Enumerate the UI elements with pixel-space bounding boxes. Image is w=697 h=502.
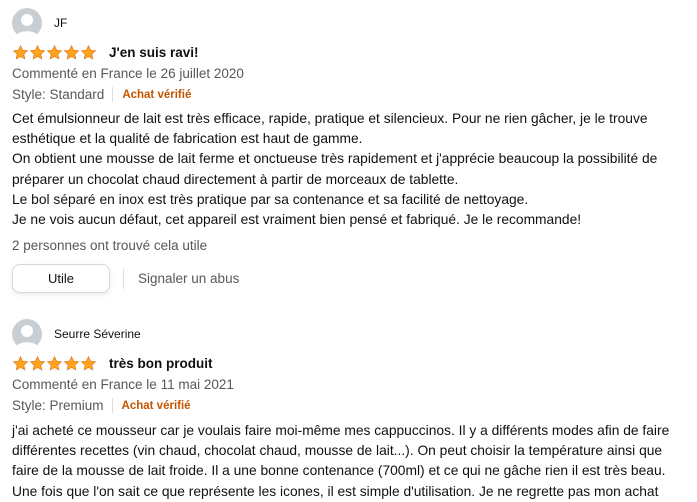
rating-row: très bon produit	[12, 356, 213, 371]
review-body: Cet émulsionneur de lait est très effica…	[12, 109, 688, 230]
review-paragraph: Le bol séparé en inox est très pratique …	[12, 191, 529, 207]
avatar	[12, 319, 42, 349]
reviewer-profile[interactable]: JF	[12, 8, 67, 38]
review-actions: Utile Signaler un abus	[12, 264, 239, 293]
star-icon	[29, 45, 46, 60]
star-icon	[63, 356, 80, 371]
divider	[123, 268, 124, 289]
report-abuse-link[interactable]: Signaler un abus	[138, 271, 239, 286]
star-icon	[12, 45, 29, 60]
star-icon	[46, 45, 63, 60]
review-date: Commenté en France le 26 juillet 2020	[12, 66, 244, 81]
reviewer-name: Seurre Séverine	[54, 327, 141, 341]
star-icon	[29, 356, 46, 371]
review-paragraph: j'ai acheté ce mousseur car je voulais f…	[12, 423, 670, 499]
reviewer-name: JF	[54, 16, 68, 30]
product-style[interactable]: Style: Premium	[12, 398, 104, 413]
star-icon	[80, 45, 97, 60]
star-icon	[46, 356, 63, 371]
divider	[111, 398, 113, 413]
verified-purchase-badge: Achat vérifié	[122, 88, 192, 101]
avatar	[12, 8, 42, 38]
verified-purchase-badge: Achat vérifié	[121, 399, 191, 412]
divider	[112, 87, 114, 102]
helpful-count: 2 personnes ont trouvé cela utile	[12, 238, 208, 253]
user-silhouette-icon	[15, 14, 39, 38]
star-icon	[12, 356, 29, 371]
review-body: j'ai acheté ce mousseur car je voulais f…	[12, 421, 688, 502]
review-paragraph: Cet émulsionneur de lait est très effica…	[12, 111, 648, 147]
star-rating[interactable]	[12, 45, 97, 60]
star-icon	[80, 356, 97, 371]
review-meta: Style: Standard Achat vérifié	[12, 87, 191, 102]
product-style[interactable]: Style: Standard	[12, 87, 104, 102]
review-paragraph: On obtient une mousse de lait ferme et o…	[12, 151, 658, 187]
rating-row: J'en suis ravi!	[12, 45, 199, 60]
reviewer-profile[interactable]: Seurre Séverine	[12, 319, 141, 349]
review-title[interactable]: J'en suis ravi!	[109, 45, 199, 60]
review-date: Commenté en France le 11 mai 2021	[12, 377, 234, 392]
review-paragraph: Je ne vois aucun défaut, cet appareil es…	[12, 212, 582, 228]
review-meta: Style: Premium Achat vérifié	[12, 398, 191, 413]
review-title[interactable]: très bon produit	[109, 356, 213, 371]
star-rating[interactable]	[12, 356, 97, 371]
user-silhouette-icon	[15, 325, 39, 349]
useful-button[interactable]: Utile	[12, 264, 110, 293]
star-icon	[63, 45, 80, 60]
